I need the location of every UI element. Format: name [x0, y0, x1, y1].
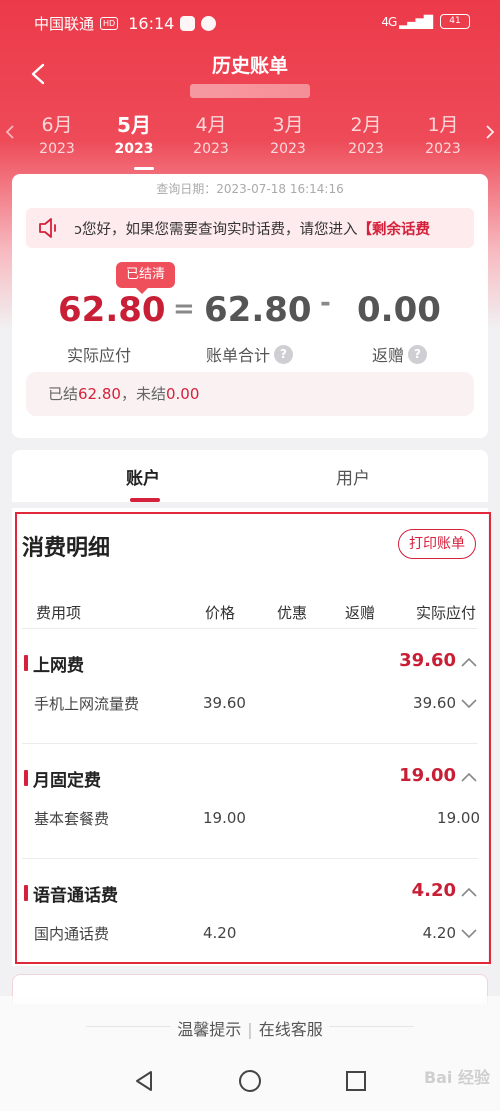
page-title: 历史账单 [211, 55, 288, 77]
highlight-outline [15, 512, 491, 964]
hd-badge: HD [100, 17, 119, 30]
status-time: 16:14 [128, 14, 175, 33]
battery-icon: 41 [440, 14, 470, 29]
signal-icon: 4G ▂▄▆█ [381, 14, 433, 29]
month-indicator [134, 167, 154, 170]
phone-number-masked [190, 84, 310, 98]
speaker-icon [39, 218, 56, 238]
month-tab[interactable]: 4月 2023 [176, 112, 246, 158]
minus-sign: - [320, 288, 331, 318]
recents-square-icon[interactable] [343, 1068, 369, 1094]
tips-link[interactable]: 温馨提示 [171, 1020, 248, 1039]
month-tab[interactable]: 3月 2023 [253, 112, 323, 158]
month-tab[interactable]: 2月 2023 [331, 112, 401, 158]
tab-user[interactable]: 用户 [336, 464, 370, 489]
actual-due-amount: 62.80 [58, 290, 166, 330]
month-tab-selected[interactable]: 5月 2023 [99, 112, 169, 158]
settlement-status: 已结62.80，未结0.00 [26, 372, 474, 416]
chevron-left-icon[interactable] [4, 124, 16, 140]
month-tab[interactable]: 6月 2023 [22, 112, 92, 158]
back-triangle-icon[interactable] [131, 1068, 157, 1094]
notice-text: ɔ您好，如果您需要查询实时话费，请您进入【剩余话费 [74, 222, 430, 238]
rebate-amount: 0.00 [357, 290, 441, 330]
home-circle-icon[interactable] [237, 1068, 263, 1094]
bill-total-label: 账单合计? [206, 342, 294, 366]
account-user-tabs: 账户 用户 [12, 450, 488, 502]
settled-badge: 已结清 [116, 262, 176, 294]
bill-summary-card: 查询日期：2023-07-18 16:14:16 ɔ您好，如果您需要查询实时话费… [12, 174, 488, 438]
notification-icon [180, 16, 196, 31]
app-notification-icon [201, 16, 217, 31]
chevron-right-icon[interactable] [484, 124, 496, 140]
query-date: 查询日期：2023-07-18 16:14:16 [156, 182, 344, 196]
help-icon[interactable]: ? [408, 344, 428, 364]
actual-due-label: 实际应付 [67, 346, 132, 365]
footer-separator: | [247, 1020, 253, 1039]
status-bar: 中国联通 HD 16:14 4G ▂▄▆█ 41 [0, 0, 500, 46]
help-icon[interactable]: ? [274, 344, 294, 364]
month-tab[interactable]: 1月 2023 [408, 112, 478, 158]
tab-account[interactable]: 账户 [126, 464, 160, 489]
month-selector: 6月 2023 5月 2023 4月 2023 3月 2023 2月 2023 1月 202… [18, 112, 482, 172]
notice-banner[interactable]: ɔ您好，如果您需要查询实时话费，请您进入【剩余话费 [26, 208, 474, 248]
equals-sign: = [173, 294, 195, 324]
carrier-name: 中国联通 [34, 15, 95, 33]
watermark-logo: Bai 经验 [423, 1068, 490, 1087]
online-service-link[interactable]: 在线客服 [252, 1020, 329, 1039]
remaining-balance-link[interactable]: 【剩余话费 [357, 222, 430, 238]
rebate-label: 返赠? [372, 342, 428, 366]
tab-indicator [130, 498, 160, 502]
bill-total-amount: 62.80 [204, 290, 312, 330]
